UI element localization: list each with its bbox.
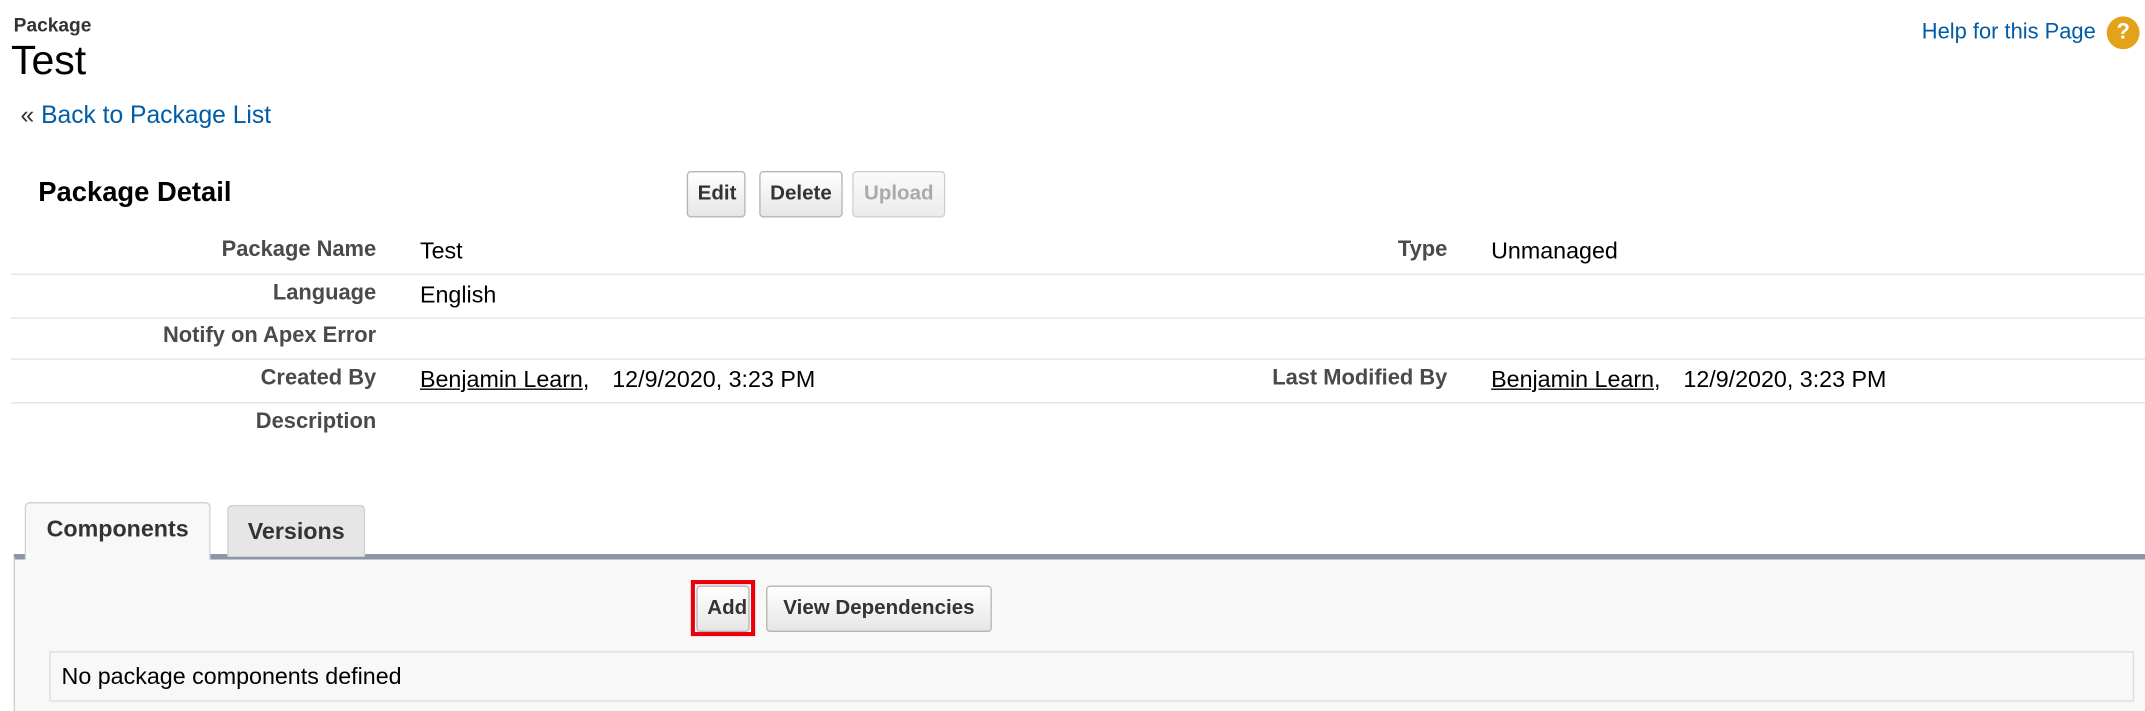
upload-button[interactable]: Upload <box>852 171 946 218</box>
question-circle-icon[interactable]: ? <box>2106 16 2140 50</box>
type-label: Type <box>1397 238 1448 262</box>
type-value: Unmanaged <box>1491 238 1618 265</box>
language-value: English <box>419 281 497 308</box>
add-button-highlight <box>690 580 756 637</box>
view-dependencies-button[interactable]: View Dependencies <box>766 585 992 633</box>
page: Package Test Help for this Page ? « Back… <box>0 0 2145 711</box>
last-modified-by-date: 12/9/2020, 3:23 PM <box>1683 366 1887 393</box>
notify-apex-error-label: Notify on Apex Error <box>162 324 377 348</box>
last-modified-by-user-link[interactable]: Benjamin Learn <box>1491 367 1654 393</box>
last-modified-by-label: Last Modified By <box>1272 366 1448 390</box>
last-modified-by-value: Benjamin Learn, 12/9/2020, 3:23 PM <box>1491 367 1886 394</box>
created-by-label: Created By <box>260 366 377 390</box>
section-title: Package Detail <box>38 177 232 208</box>
empty-components-message: No package components defined <box>49 651 2135 702</box>
created-by-separator: , <box>582 366 590 393</box>
row-divider <box>10 358 2145 360</box>
row-divider <box>10 402 2145 404</box>
back-to-package-list-link[interactable]: Back to Package List <box>41 101 271 128</box>
object-type-label: Package <box>13 13 92 36</box>
edit-button[interactable]: Edit <box>686 171 746 218</box>
row-divider <box>10 273 2145 275</box>
breadcrumb: « Back to Package List <box>21 101 272 130</box>
package-name-label: Package Name <box>221 238 377 262</box>
created-by-user-link[interactable]: Benjamin Learn <box>420 367 583 393</box>
created-by-value: Benjamin Learn, 12/9/2020, 3:23 PM <box>420 367 815 394</box>
description-label: Description <box>255 410 377 434</box>
back-arrow-icon: « <box>20 101 35 129</box>
help-link[interactable]: Help for this Page <box>1922 21 2096 46</box>
delete-button[interactable]: Delete <box>759 171 843 218</box>
page-title: Test <box>10 38 87 84</box>
last-modified-by-separator: , <box>1654 366 1661 393</box>
row-divider <box>10 317 2145 319</box>
tab-versions[interactable]: Versions <box>227 504 366 557</box>
package-name-value: Test <box>419 238 463 265</box>
tab-components[interactable]: Components <box>24 502 211 560</box>
language-label: Language <box>272 281 377 306</box>
created-by-date: 12/9/2020, 3:23 PM <box>612 366 816 393</box>
